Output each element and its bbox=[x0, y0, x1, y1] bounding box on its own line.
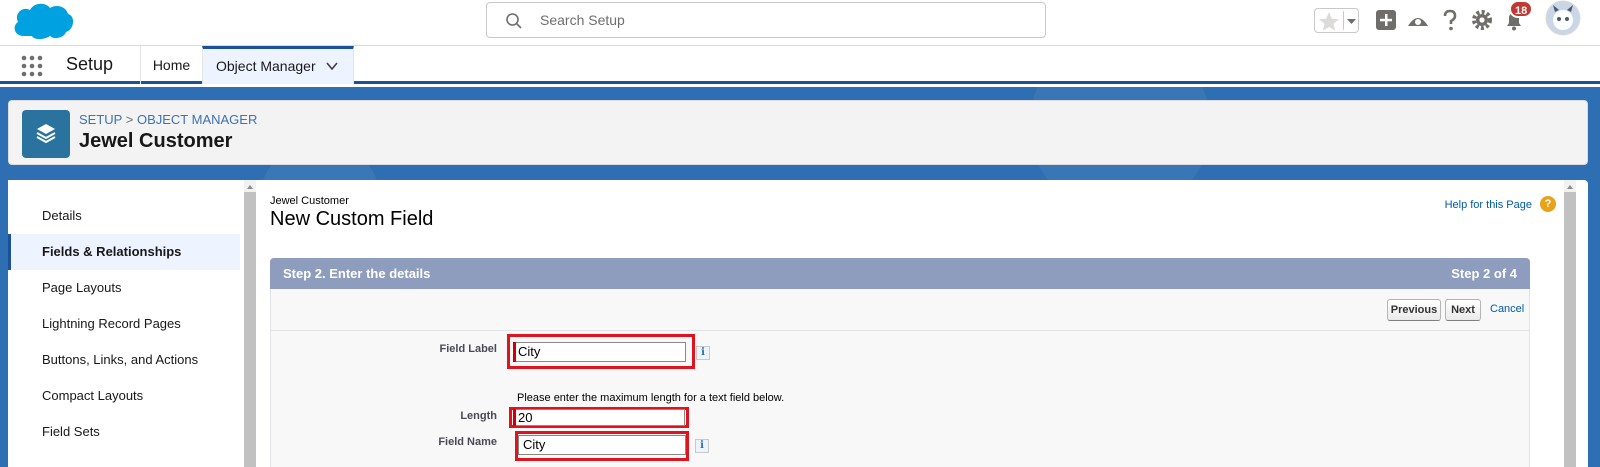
object-name-label: Jewel Customer bbox=[270, 195, 349, 207]
sidebar-item-buttons-links-actions[interactable]: Buttons, Links, and Actions bbox=[8, 342, 240, 378]
salesforce-logo[interactable] bbox=[10, 0, 74, 40]
chevron-down-icon bbox=[1347, 19, 1356, 24]
length-value: 20 bbox=[518, 410, 533, 425]
field-name-input[interactable]: City bbox=[518, 435, 686, 455]
favorites-group bbox=[1314, 8, 1359, 33]
field-label-value: City bbox=[518, 344, 541, 359]
sidebar-item-lightning-record-pages[interactable]: Lightning Record Pages bbox=[8, 306, 240, 342]
add-icon[interactable] bbox=[1374, 8, 1398, 32]
field-label-label: Field Label bbox=[439, 343, 497, 355]
page-header: SETUP > OBJECT MANAGER Jewel Customer bbox=[8, 100, 1588, 165]
gear-icon[interactable] bbox=[1470, 8, 1494, 32]
search-bar[interactable] bbox=[486, 2, 1046, 38]
button-row: Previous Next Cancel bbox=[271, 289, 1529, 331]
trailhead-icon[interactable] bbox=[1406, 8, 1430, 32]
notification-badge: 18 bbox=[1509, 0, 1534, 18]
breadcrumb-separator: > bbox=[125, 112, 134, 127]
step-count: Step 2 of 4 bbox=[1451, 266, 1517, 281]
layers-icon bbox=[36, 124, 56, 144]
tab-home[interactable]: Home bbox=[140, 46, 202, 84]
content-title: New Custom Field bbox=[270, 208, 434, 230]
context-bar: Setup Home Object Manager bbox=[0, 46, 1600, 84]
length-label: Length bbox=[460, 410, 497, 422]
previous-button[interactable]: Previous bbox=[1387, 299, 1441, 321]
star-icon[interactable] bbox=[1317, 10, 1341, 32]
info-icon[interactable]: i bbox=[696, 346, 710, 360]
object-icon bbox=[22, 110, 70, 158]
global-header: 18 bbox=[0, 0, 1600, 46]
help-link[interactable]: Help for this Page bbox=[1445, 199, 1532, 211]
field-name-value: City bbox=[523, 437, 546, 452]
field-name-label: Field Name bbox=[438, 436, 497, 448]
next-button[interactable]: Next bbox=[1445, 299, 1481, 321]
step-header: Step 2. Enter the details Step 2 of 4 bbox=[270, 258, 1530, 289]
avatar[interactable] bbox=[1545, 0, 1581, 36]
sidebar-item-fields-relationships[interactable]: Fields & Relationships bbox=[8, 234, 240, 270]
scroll-up-arrow[interactable] bbox=[244, 180, 256, 192]
breadcrumb: SETUP > OBJECT MANAGER bbox=[79, 112, 257, 127]
sidebar-item-details[interactable]: Details bbox=[8, 198, 240, 234]
sidebar: Details Fields & Relationships Page Layo… bbox=[8, 180, 240, 467]
help-icon[interactable]: ? bbox=[1540, 196, 1556, 212]
field-label-input[interactable]: City bbox=[513, 342, 686, 362]
search-input[interactable] bbox=[540, 9, 1020, 31]
caret-up-icon bbox=[247, 185, 253, 189]
help-icon[interactable] bbox=[1438, 8, 1462, 32]
scroll-up-arrow[interactable] bbox=[1564, 180, 1576, 192]
sidebar-item-page-layouts[interactable]: Page Layouts bbox=[8, 270, 240, 306]
breadcrumb-object-manager[interactable]: OBJECT MANAGER bbox=[137, 112, 257, 127]
sidebar-scrollbar[interactable] bbox=[244, 180, 256, 467]
app-launcher-icon[interactable] bbox=[20, 54, 44, 78]
breadcrumb-setup[interactable]: SETUP bbox=[79, 112, 122, 127]
caret-up-icon bbox=[1567, 185, 1573, 189]
content-frame: Jewel Customer New Custom Field Help for… bbox=[262, 180, 1562, 467]
tab-object-manager[interactable]: Object Manager bbox=[202, 46, 354, 84]
cancel-link[interactable]: Cancel bbox=[1490, 303, 1524, 315]
required-marker bbox=[513, 342, 516, 362]
body-card: Details Fields & Relationships Page Layo… bbox=[8, 180, 1588, 467]
sidebar-item-field-sets[interactable]: Field Sets bbox=[8, 414, 240, 450]
length-hint: Please enter the maximum length for a te… bbox=[517, 392, 785, 404]
form-area: Previous Next Cancel Field Label City i … bbox=[270, 289, 1530, 467]
chevron-down-icon[interactable] bbox=[325, 59, 339, 73]
tab-object-manager-label: Object Manager bbox=[216, 58, 316, 74]
content-scrollbar[interactable] bbox=[1564, 180, 1576, 467]
favorites-dropdown-button[interactable] bbox=[1343, 11, 1358, 30]
required-marker bbox=[513, 409, 516, 426]
search-icon bbox=[506, 13, 522, 29]
length-input[interactable]: 20 bbox=[513, 409, 685, 426]
page-title: Jewel Customer bbox=[79, 130, 233, 152]
app-name: Setup bbox=[66, 54, 114, 74]
step-label: Step 2. Enter the details bbox=[283, 266, 431, 281]
info-icon[interactable]: i bbox=[695, 439, 709, 453]
sidebar-item-compact-layouts[interactable]: Compact Layouts bbox=[8, 378, 240, 414]
